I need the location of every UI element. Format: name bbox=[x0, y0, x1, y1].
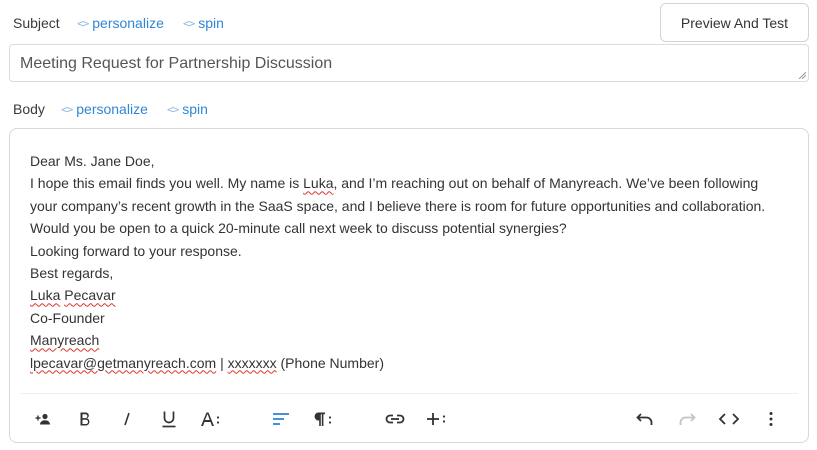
signature-contact: lpecavar@getmanyreach.com | xxxxxxx (Pho… bbox=[30, 354, 384, 371]
redo-icon[interactable] bbox=[672, 404, 702, 434]
body-label: Body bbox=[13, 101, 45, 117]
link-icon[interactable] bbox=[380, 404, 410, 434]
subject-spin-label: spin bbox=[198, 15, 224, 31]
code-icon: <> bbox=[167, 102, 179, 116]
body-line: I hope this email finds you well. My nam… bbox=[30, 175, 759, 192]
body-personalize-label: personalize bbox=[76, 101, 148, 117]
subject-input[interactable]: Meeting Request for Partnership Discussi… bbox=[9, 44, 809, 82]
body-line: your company’s recent growth in the SaaS… bbox=[30, 197, 766, 214]
body-personalize-link[interactable]: <> personalize bbox=[61, 101, 148, 117]
subject-value: Meeting Request for Partnership Discussi… bbox=[20, 55, 333, 72]
body-spin-link[interactable]: <> spin bbox=[167, 101, 208, 117]
body-editor[interactable]: Dear Ms. Jane Doe, I hope this email fin… bbox=[30, 150, 788, 374]
subject-personalize-link[interactable]: <> personalize bbox=[77, 15, 164, 31]
undo-icon[interactable] bbox=[630, 404, 660, 434]
body-line: Would you be open to a quick 20-minute c… bbox=[30, 220, 567, 237]
more-icon[interactable] bbox=[756, 404, 786, 434]
paragraph-icon[interactable] bbox=[308, 404, 338, 434]
code-icon: <> bbox=[77, 16, 89, 30]
body-editor-container: Dear Ms. Jane Doe, I hope this email fin… bbox=[9, 128, 809, 443]
resize-handle-icon[interactable] bbox=[798, 71, 806, 79]
subject-spin-link[interactable]: <> spin bbox=[183, 15, 224, 31]
code-icon: <> bbox=[183, 16, 195, 30]
sign-off-line: Best regards, bbox=[30, 265, 114, 282]
greeting-line: Dear Ms. Jane Doe, bbox=[30, 153, 155, 169]
subject-personalize-label: personalize bbox=[92, 15, 164, 31]
body-line: Looking forward to your response. bbox=[30, 242, 242, 259]
code-view-icon[interactable] bbox=[714, 404, 744, 434]
body-spin-label: spin bbox=[182, 101, 208, 117]
preview-and-test-button[interactable]: Preview And Test bbox=[660, 3, 809, 42]
signature-name: Luka Pecavar bbox=[30, 287, 116, 304]
align-left-icon[interactable] bbox=[266, 404, 296, 434]
insert-icon[interactable] bbox=[422, 404, 452, 434]
font-size-icon[interactable] bbox=[196, 404, 226, 434]
italic-icon[interactable] bbox=[112, 404, 142, 434]
code-icon: <> bbox=[61, 102, 73, 116]
underline-icon[interactable] bbox=[154, 404, 184, 434]
bold-icon[interactable] bbox=[70, 404, 100, 434]
add-contact-icon[interactable] bbox=[28, 404, 58, 434]
subject-label: Subject bbox=[13, 15, 60, 31]
toolbar-divider bbox=[20, 393, 798, 394]
signature-title: Co-Founder bbox=[30, 309, 105, 326]
signature-company: Manyreach bbox=[30, 332, 100, 349]
